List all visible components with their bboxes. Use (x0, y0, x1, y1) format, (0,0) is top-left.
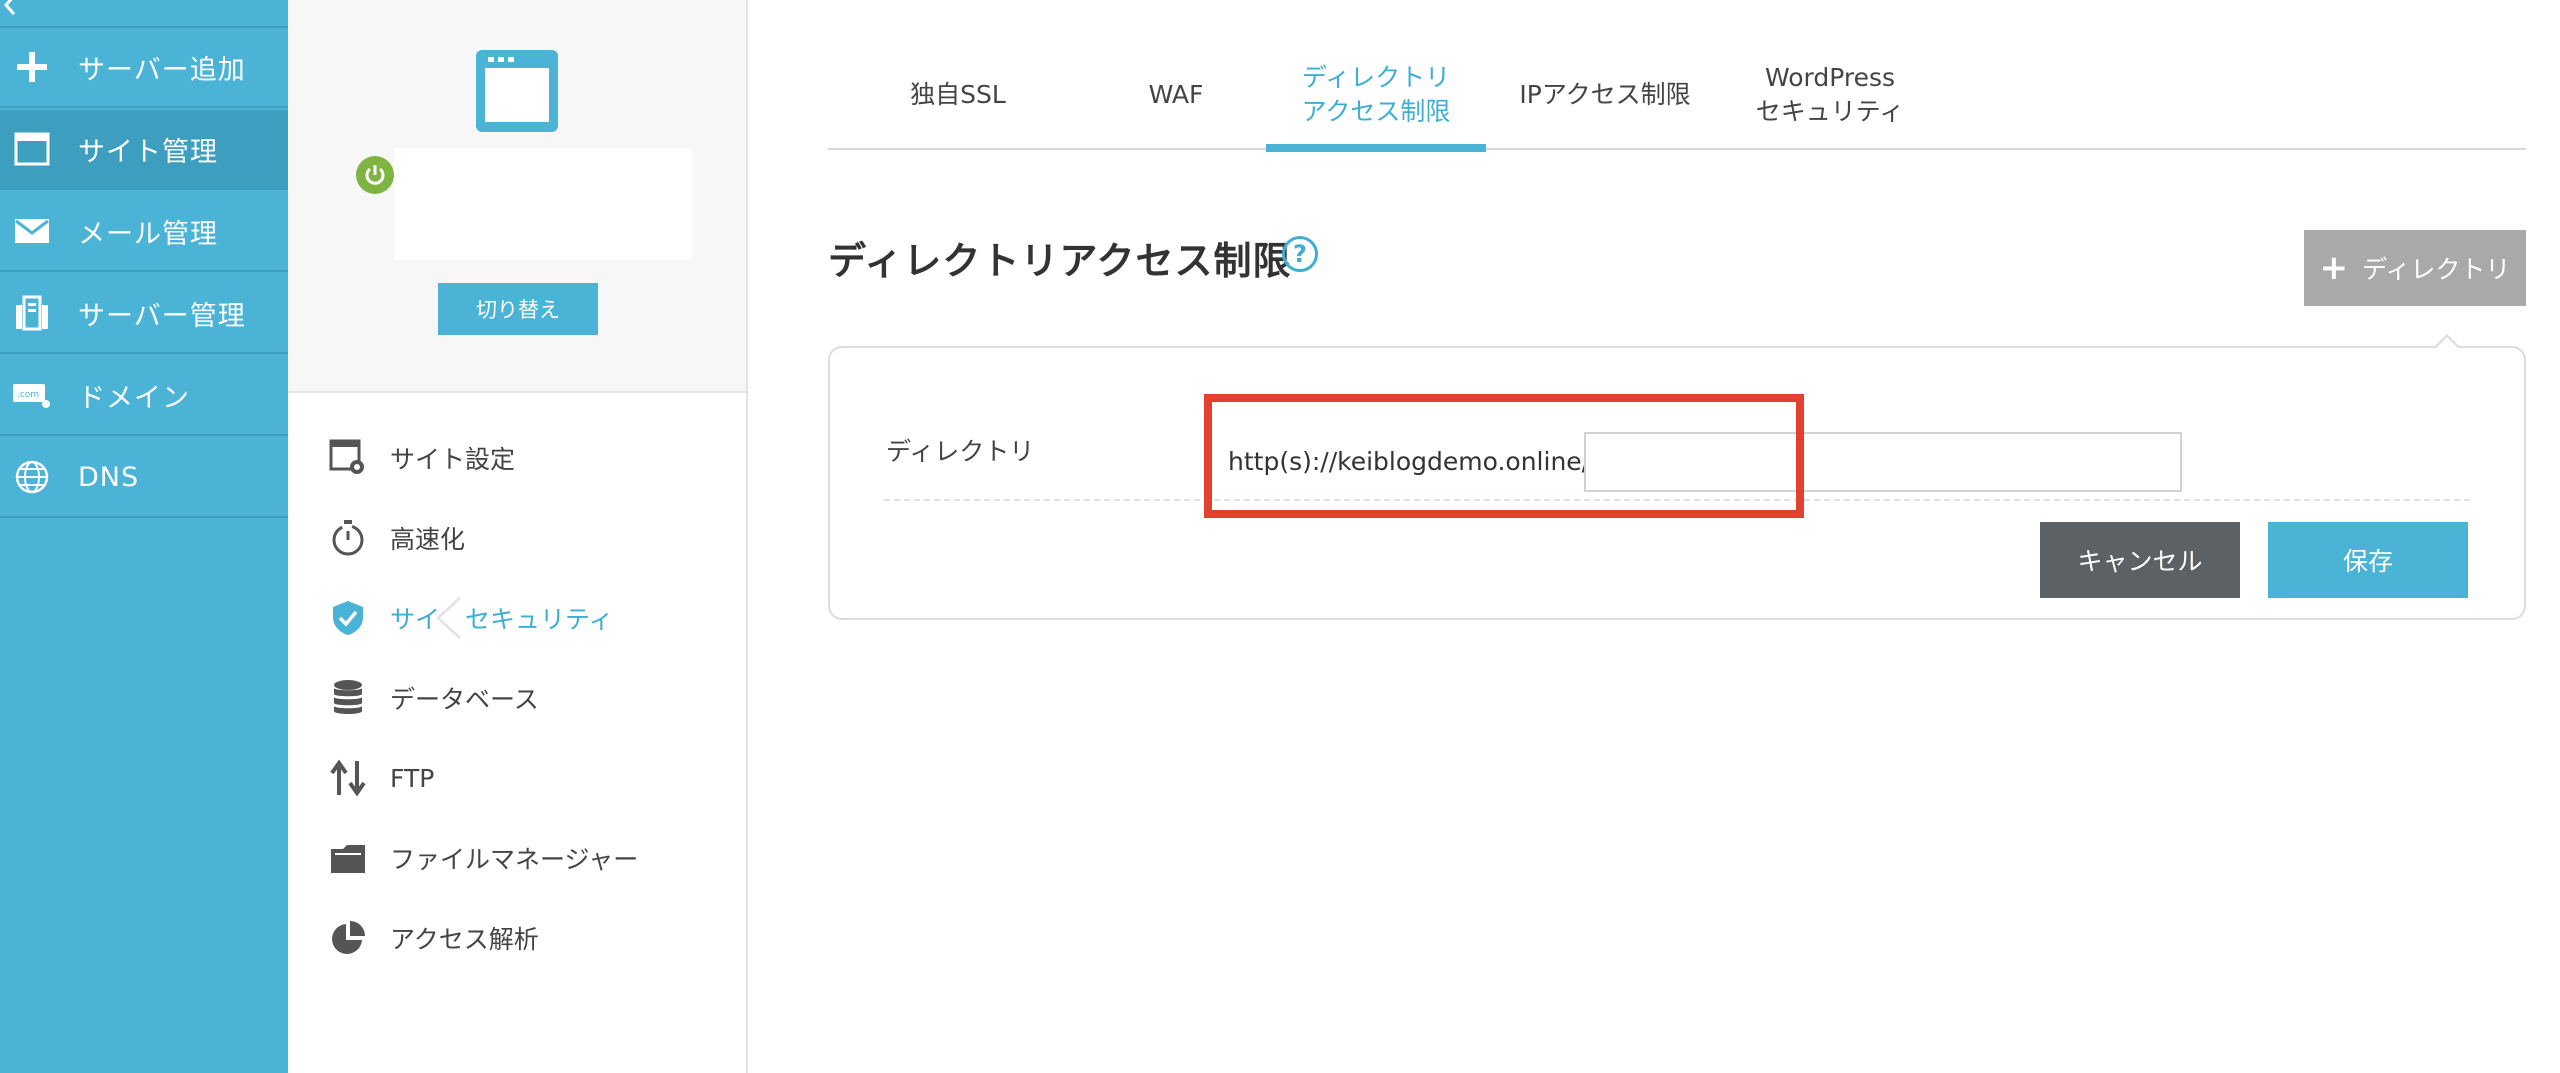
site-menu-label: FTP (390, 763, 435, 793)
site-menu-label: アクセス解析 (390, 925, 539, 954)
tab-label-line2: セキュリティ (1755, 97, 1905, 126)
stopwatch-icon (328, 518, 368, 558)
nav-item-label: サイト管理 (78, 136, 218, 168)
question-circle-icon[interactable]: ? (1282, 236, 1318, 272)
site-menu-label: データベース (390, 685, 539, 714)
nav-item-label: メール管理 (78, 218, 218, 250)
tab-label-line2: アクセス制限 (1301, 97, 1451, 126)
switch-site-button[interactable]: 切り替え (438, 283, 598, 335)
svg-text:.com: .com (17, 390, 39, 400)
mail-icon (12, 211, 52, 251)
tab-label: 独自SSL (910, 80, 1006, 109)
page-title: ディレクトリアクセス制限 (828, 239, 1292, 283)
site-menu-label: サイトセキュリティ (390, 605, 614, 634)
site-menu-speedup[interactable]: 高速化 (288, 508, 746, 568)
save-button[interactable]: 保存 (2268, 522, 2468, 598)
site-menu-label: ファイルマネージャー (390, 845, 639, 874)
app-root: サーバー追加 サイト管理 メール管理 サーバー管理 .com ドメイン DNS … (0, 0, 2560, 1073)
site-window-icon (476, 50, 558, 132)
tab-label: WAF (1148, 80, 1204, 109)
add-directory-label: ディレクトリ (2362, 255, 2511, 284)
shield-check-icon (328, 598, 368, 638)
nav-item-dns[interactable]: DNS (0, 438, 288, 518)
nav-item-mail-management[interactable]: メール管理 (0, 192, 288, 272)
tab-directory-access[interactable]: ディレクトリ アクセス制限 (1266, 40, 1486, 152)
nav-item-site-management[interactable]: サイト管理 (0, 110, 288, 190)
security-tabs: 独自SSL WAF ディレクトリ アクセス制限 IPアクセス制限 WordPre… (828, 40, 2526, 152)
tab-ssl[interactable]: 独自SSL (878, 40, 1038, 150)
transfer-arrows-icon (328, 758, 368, 798)
site-menu-file-manager[interactable]: ファイルマネージャー (288, 828, 746, 888)
window-icon (12, 129, 52, 169)
nav-item-label: ドメイン (78, 382, 190, 414)
global-nav: サーバー追加 サイト管理 メール管理 サーバー管理 .com ドメイン DNS (0, 0, 288, 1073)
tab-label-line1: WordPress (1764, 63, 1896, 92)
dotcom-icon: .com (12, 375, 52, 415)
panel-caret-fill (2435, 337, 2459, 349)
tab-label-line1: ディレクトリ (1301, 63, 1451, 92)
cancel-button[interactable]: キャンセル (2040, 522, 2240, 598)
nav-item-add-server[interactable]: サーバー追加 (0, 28, 288, 108)
active-menu-pointer-fill (440, 598, 462, 638)
site-sidebar: 切り替え サイト設定 高速化 サイトセキュリティ データベース FTP ファイル… (288, 0, 748, 1073)
site-menu-label: 高速化 (390, 525, 466, 554)
database-icon (328, 678, 368, 718)
site-menu-label: サイト設定 (390, 445, 516, 474)
tab-ip-access[interactable]: IPアクセス制限 (1510, 40, 1700, 150)
site-menu-site-settings[interactable]: サイト設定 (288, 428, 746, 488)
directory-field-label: ディレクトリ (886, 437, 1035, 466)
chevron-left-icon[interactable] (2, 0, 26, 20)
site-menu-site-security[interactable]: サイトセキュリティ (288, 588, 746, 648)
tab-waf[interactable]: WAF (1096, 40, 1256, 150)
plus-icon (12, 47, 52, 87)
folder-icon (328, 838, 368, 878)
active-tab-indicator (1266, 144, 1486, 152)
add-directory-button[interactable]: + ディレクトリ (2304, 230, 2526, 306)
nav-item-domain[interactable]: .com ドメイン (0, 356, 288, 436)
site-name-box (394, 148, 692, 260)
site-menu-ftp[interactable]: FTP (288, 748, 746, 808)
nav-item-label: DNS (78, 461, 140, 493)
nav-item-label: サーバー追加 (78, 54, 246, 86)
nav-item-server-management[interactable]: サーバー管理 (0, 274, 288, 354)
site-menu-access-analysis[interactable]: アクセス解析 (288, 908, 746, 968)
annotation-highlight-box (1204, 394, 1804, 518)
plus-icon: + (2319, 248, 2349, 288)
pie-chart-icon (328, 918, 368, 958)
nav-item-label: サーバー管理 (78, 300, 246, 332)
tab-label: IPアクセス制限 (1519, 80, 1691, 109)
site-menu-database[interactable]: データベース (288, 668, 746, 728)
globe-icon (12, 457, 52, 497)
site-settings-icon (328, 438, 368, 478)
tab-wordpress-security[interactable]: WordPress セキュリティ (1730, 40, 1930, 150)
server-icon (12, 293, 52, 333)
power-icon[interactable] (356, 156, 394, 194)
site-header: 切り替え (288, 0, 746, 393)
